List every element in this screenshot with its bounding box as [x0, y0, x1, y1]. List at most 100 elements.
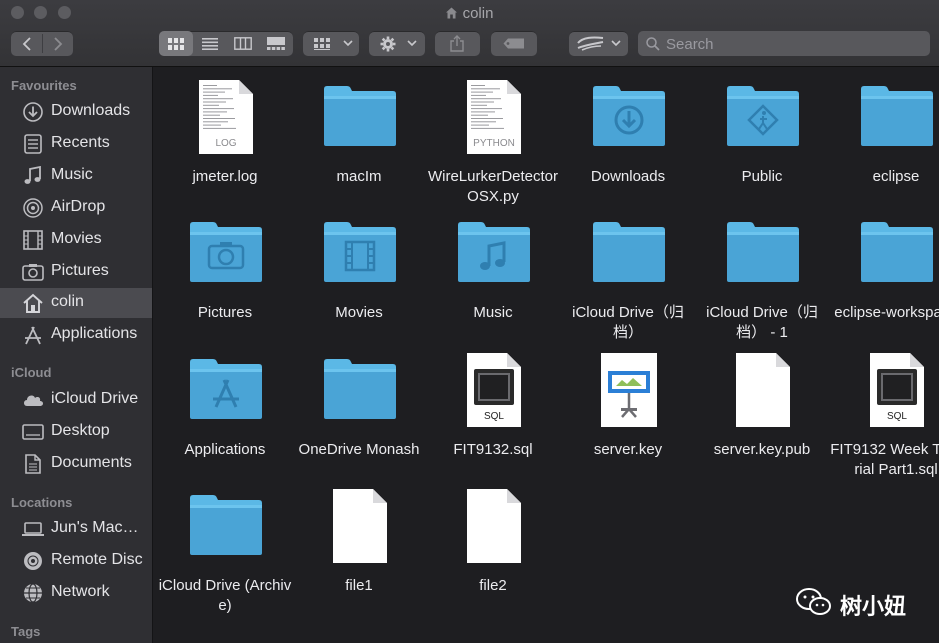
file-item-eclipse[interactable]: eclipse [829, 71, 939, 191]
file-name: FIT9132 Week Tutorial Part1.sql [830, 441, 939, 478]
sidebar-item-computer[interactable]: Jun's MacBook [0, 514, 152, 544]
file-name: Movies [335, 304, 383, 321]
pictures-icon [22, 264, 44, 281]
home-icon [23, 293, 43, 313]
group-by-button[interactable] [303, 31, 359, 56]
file-item-icloud-drive-archive[interactable]: iCloud Drive (Archive) [158, 480, 292, 614]
action-menu-button[interactable] [369, 31, 425, 56]
sidebar-item-pictures[interactable]: Pictures [0, 257, 152, 287]
file-type-label: SQL [484, 411, 504, 422]
sidebar-item-network[interactable]: Network [0, 578, 152, 608]
file-item-fit9132-week-tutorial-part1-sql[interactable]: SQL FIT9132 Week Tutorial Part1.sql [829, 344, 939, 478]
blank-file-icon [333, 489, 387, 563]
sidebar-item-applications[interactable]: Applications [0, 320, 152, 350]
file-item-eclipse-workspace[interactable]: eclipse-workspace [829, 207, 939, 327]
file-name: jmeter.log [192, 168, 258, 185]
wechat-icon [796, 588, 831, 615]
music-icon [24, 166, 41, 184]
file-item-music[interactable]: Music [426, 207, 560, 327]
file-item-server-key-pub[interactable]: server.key.pub [695, 344, 829, 464]
recents-icon [24, 134, 42, 154]
keynote-icon [601, 353, 657, 427]
file-name: WireLurkerDetectorOSX.py [427, 168, 559, 205]
sidebar-item-label: Recents [51, 134, 110, 151]
file-name: file1 [345, 577, 373, 594]
sidebar-item-label: Applications [51, 325, 138, 342]
file-name: Pictures [197, 304, 253, 321]
sidebar-item-colin[interactable]: colin [0, 288, 152, 318]
search-icon [646, 37, 660, 51]
sql-file-icon: SQL [467, 353, 521, 427]
sidebar-item-label: AirDrop [51, 198, 106, 215]
file-name: iCloud Drive（归档） - 1 [706, 304, 818, 341]
file-name: macIm [336, 168, 382, 185]
gear-icon [380, 36, 396, 52]
file-item-icloud-drive-1[interactable]: iCloud Drive（归档） - 1 [695, 207, 829, 341]
download-folder-icon [593, 86, 665, 146]
file-item-movies[interactable]: Movies [292, 207, 426, 327]
folder-icon [190, 495, 262, 555]
sidebar-item-desktop[interactable]: Desktop [0, 417, 152, 447]
file-item-macim[interactable]: macIm [292, 71, 426, 191]
tag-icon [503, 38, 524, 49]
grid-icon [168, 37, 184, 50]
nav-buttons [11, 31, 73, 56]
view-mode-control [159, 31, 293, 56]
sidebar-heading-tags: Tags [11, 624, 41, 639]
chevron-down-icon [611, 40, 621, 47]
file-name: eclipse-workspace [834, 304, 939, 321]
sidebar-item-movies[interactable]: Movies [0, 225, 152, 255]
file-item-fit9132-sql[interactable]: SQL FIT9132.sql [426, 344, 560, 464]
file-name: iCloud Drive（归档） [572, 304, 684, 341]
downloads-icon [23, 102, 43, 122]
sidebar-item-airdrop[interactable]: AirDrop [0, 193, 152, 223]
log-file-icon: LOG [199, 80, 253, 154]
sidebar-heading-locations: Locations [11, 495, 73, 510]
file-item-onedrive-monash[interactable]: OneDrive Monash [292, 344, 426, 464]
file-item-file1[interactable]: file1 [292, 480, 426, 600]
file-item-server-key[interactable]: server.key [561, 344, 695, 464]
edit-tags-button[interactable] [491, 31, 537, 56]
group-icon [314, 38, 330, 50]
file-name: Applications [184, 441, 266, 458]
gallery-icon [267, 37, 285, 50]
extension-button[interactable] [569, 31, 628, 56]
share-button[interactable] [435, 31, 480, 56]
file-item-applications[interactable]: Applications [158, 344, 292, 464]
sidebar-heading-favourites: Favourites [11, 78, 77, 93]
icon-view-button[interactable] [159, 31, 193, 56]
share-icon [450, 35, 464, 52]
sidebar-item-icloud-drive[interactable]: iCloud Drive [0, 385, 152, 415]
file-item-jmeter-log[interactable]: LOG jmeter.log [158, 71, 292, 191]
search-field[interactable] [638, 31, 930, 56]
column-view-button[interactable] [226, 31, 259, 56]
toolbar: colin [0, 0, 939, 67]
file-name: OneDrive Monash [298, 441, 420, 458]
sidebar-item-documents[interactable]: Documents [0, 449, 152, 479]
file-item-wirelurkerdetectorosx-py[interactable]: PYTHON WireLurkerDetectorOSX.py [426, 71, 560, 205]
sidebar-heading-icloud: iCloud [11, 365, 52, 380]
file-item-pictures[interactable]: Pictures [158, 207, 292, 327]
disc-icon [24, 552, 42, 570]
laptop-icon [22, 522, 44, 536]
sidebar-item-label: Movies [51, 230, 102, 247]
file-item-icloud-drive[interactable]: iCloud Drive（归档） [561, 207, 695, 341]
file-item-file2[interactable]: file2 [426, 480, 560, 600]
extension-swoosh-icon [577, 36, 604, 51]
search-input[interactable] [664, 33, 928, 56]
sidebar-item-remote-disc[interactable]: Remote Disc [0, 546, 152, 576]
back-button[interactable] [11, 31, 42, 56]
forward-button[interactable] [43, 31, 73, 56]
sidebar-item-music[interactable]: Music [0, 161, 152, 191]
gallery-view-button[interactable] [259, 31, 293, 56]
sidebar-item-recents[interactable]: Recents [0, 129, 152, 159]
folder-icon [324, 359, 396, 419]
file-item-downloads[interactable]: Downloads [561, 71, 695, 191]
list-view-button[interactable] [193, 31, 226, 56]
sidebar-item-label: Remote Disc [51, 551, 143, 568]
airdrop-icon [23, 198, 43, 218]
sidebar-item-downloads[interactable]: Downloads [0, 97, 152, 127]
file-item-public[interactable]: Public [695, 71, 829, 191]
sidebar-item-label: Downloads [51, 102, 131, 119]
file-name: Downloads [590, 168, 666, 185]
